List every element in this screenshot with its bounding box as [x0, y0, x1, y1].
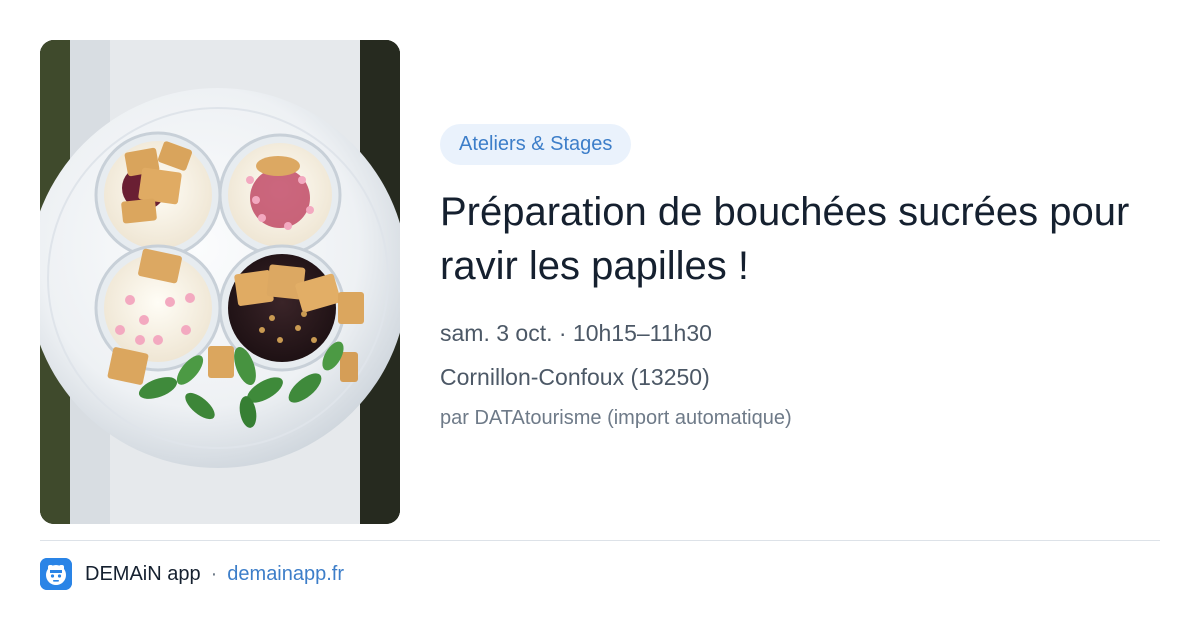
footer-divider: [40, 540, 1160, 541]
event-location: Cornillon-Confoux (13250): [440, 364, 710, 390]
footer-separator: ·: [210, 562, 218, 585]
dessert-plate-photo: [40, 40, 400, 524]
footer: DEMAiN app · demainapp.fr: [40, 558, 344, 590]
category-badge[interactable]: Ateliers & Stages: [440, 124, 632, 165]
demain-logo-icon: [40, 558, 72, 590]
verrine-1: [94, 131, 222, 259]
app-name: DEMAiN app: [85, 562, 201, 585]
event-datetime: sam. 3 oct. · 10h15–11h30: [440, 320, 712, 346]
event-image[interactable]: [40, 40, 400, 524]
verrine-2: [218, 133, 342, 257]
event-title[interactable]: Préparation de bouchées sucrées pour rav…: [440, 185, 1140, 293]
event-source: par DATAtourisme (import automatique): [440, 407, 792, 429]
app-domain-link[interactable]: demainapp.fr: [227, 563, 344, 586]
event-details: Ateliers & Stages Préparation de bouchée…: [440, 124, 1160, 431]
